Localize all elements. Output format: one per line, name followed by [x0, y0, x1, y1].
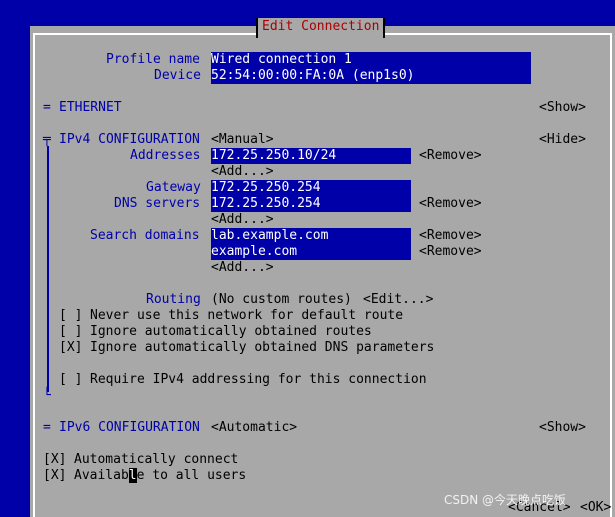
ipv4-section-bracket: [47, 146, 49, 392]
search-domains-label: Search domains: [90, 228, 200, 243]
ipv6-section-marker: =: [43, 420, 51, 435]
routing-edit-button[interactable]: <Edit...>: [363, 292, 433, 308]
dialog-title: Edit Connection: [256, 18, 386, 38]
auto-connect-label: Automatically connect: [74, 452, 239, 467]
ipv4-hide-button[interactable]: <Hide>: [539, 132, 586, 148]
routing-label: Routing: [146, 292, 201, 307]
dns-server-field[interactable]: 172.25.250.254: [211, 196, 411, 212]
ethernet-section-label: ETHERNET: [59, 100, 122, 115]
text-cursor: l: [128, 468, 137, 483]
addresses-label: Addresses: [130, 148, 201, 163]
ignore-dns-label: Ignore automatically obtained DNS parame…: [90, 340, 435, 355]
address-field[interactable]: 172.25.250.10/24: [211, 148, 411, 164]
address-remove-button[interactable]: <Remove>: [419, 148, 482, 164]
gateway-field[interactable]: 172.25.250.254: [211, 180, 411, 196]
profile-name-label: Profile name: [106, 52, 200, 67]
edit-connection-dialog: Edit Connection Profile name Wired conne…: [30, 18, 615, 517]
available-label-part2: e to all users: [136, 468, 247, 483]
routing-value: (No custom routes): [211, 292, 352, 307]
search-domain-field-2[interactable]: example.com: [211, 244, 411, 260]
ipv4-section-label: IPv4 CONFIGURATION: [59, 132, 200, 147]
profile-name-field[interactable]: Wired connection 1: [211, 52, 531, 68]
ethernet-section-marker: =: [43, 100, 51, 115]
ignore-routes-checkbox[interactable]: [ ]: [59, 324, 82, 340]
auto-connect-checkbox[interactable]: [X]: [43, 452, 66, 468]
dialog-frame-right: [610, 33, 612, 517]
dns-add-button[interactable]: <Add...>: [211, 212, 274, 228]
ignore-dns-checkbox[interactable]: [X]: [59, 340, 82, 356]
ethernet-show-button[interactable]: <Show>: [539, 100, 586, 116]
dns-servers-label: DNS servers: [114, 196, 201, 211]
require-ipv4-label: Require IPv4 addressing for this connect…: [90, 372, 427, 387]
address-add-button[interactable]: <Add...>: [211, 164, 274, 180]
ignore-routes-label: Ignore automatically obtained routes: [90, 324, 372, 339]
device-field[interactable]: 52:54:00:00:FA:0A (enp1s0): [211, 68, 531, 84]
watermark: CSDN @今天晚点吃饭: [444, 493, 567, 507]
ipv4-mode-dropdown[interactable]: <Manual>: [211, 132, 274, 148]
search-domain-remove-button-2[interactable]: <Remove>: [419, 244, 482, 260]
ipv6-show-button[interactable]: <Show>: [539, 420, 586, 436]
ipv6-mode-dropdown[interactable]: <Automatic>: [211, 420, 297, 436]
ok-button[interactable]: <OK>: [580, 500, 611, 516]
search-domain-field-1[interactable]: lab.example.com: [211, 228, 411, 244]
gateway-label: Gateway: [146, 180, 201, 195]
ipv6-section-label: IPv6 CONFIGURATION: [59, 420, 200, 435]
never-default-checkbox[interactable]: [ ]: [59, 308, 82, 324]
device-label: Device: [154, 68, 201, 83]
ipv4-section-bracket-end: └: [43, 388, 51, 403]
require-ipv4-checkbox[interactable]: [ ]: [59, 372, 82, 388]
never-default-label: Never use this network for default route: [90, 308, 404, 323]
available-all-users-label: Available to all users: [74, 468, 246, 484]
dialog-frame-left: [33, 33, 35, 517]
available-label-part1: Availab: [74, 468, 129, 483]
available-all-users-checkbox[interactable]: [X]: [43, 468, 66, 484]
search-domain-remove-button-1[interactable]: <Remove>: [419, 228, 482, 244]
search-domain-add-button[interactable]: <Add...>: [211, 260, 274, 276]
dns-remove-button[interactable]: <Remove>: [419, 196, 482, 212]
